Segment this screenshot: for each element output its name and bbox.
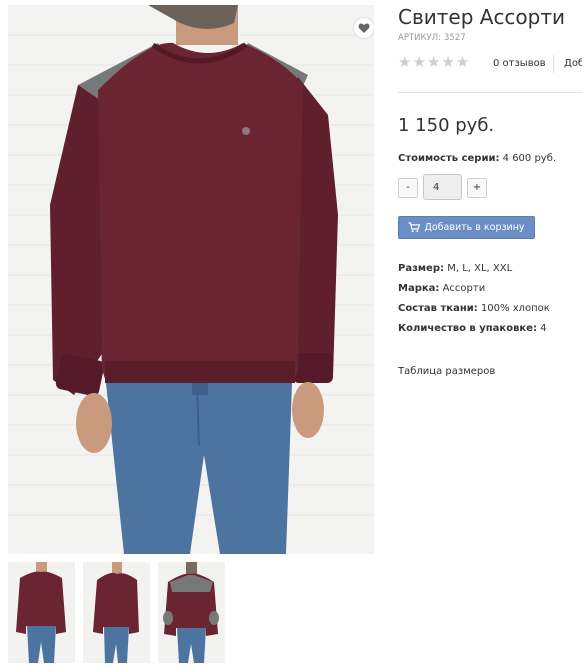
property-label: Состав ткани:: [398, 303, 478, 314]
divider: [553, 55, 554, 73]
thumbnail-3-image: [158, 562, 225, 663]
size-table-link[interactable]: Таблица размеров: [398, 366, 495, 377]
property-value: 100% хлопок: [480, 303, 550, 314]
thumbnail-2-image: [83, 562, 150, 663]
favorite-button[interactable]: [353, 17, 374, 39]
thumbnail-1-image: [8, 562, 75, 663]
rating-stars[interactable]: ★ ★ ★ ★ ★: [398, 55, 469, 70]
property-label: Размер:: [398, 263, 445, 274]
series-price-label: Стоимость серии:: [398, 153, 500, 164]
property-label: Количество в упаковке:: [398, 323, 537, 334]
thumbnail-1[interactable]: [8, 562, 75, 663]
product-article: АРТИКУЛ: 3527: [398, 33, 466, 43]
property-pack-quantity: Количество в упаковке: 4: [398, 322, 550, 342]
property-brand: Марка: Ассорти: [398, 282, 550, 302]
series-price: Стоимость серии: 4 600 руб.: [398, 153, 556, 164]
quantity-decrease-button[interactable]: -: [398, 178, 418, 198]
article-label: АРТИКУЛ:: [398, 33, 441, 43]
series-price-value: 4 600 руб.: [502, 153, 557, 164]
thumbnail-3[interactable]: [158, 562, 225, 663]
quantity-increase-button[interactable]: +: [467, 178, 487, 198]
star-icon[interactable]: ★: [441, 55, 454, 70]
heart-icon: [358, 23, 370, 33]
product-properties: Размер: M, L, XL, XXL Марка: Ассорти Сос…: [398, 262, 550, 342]
add-to-cart-label: Добавить в корзину: [424, 222, 525, 233]
sweater-photo: [8, 5, 374, 554]
star-icon[interactable]: ★: [412, 55, 425, 70]
property-value: M, L, XL, XXL: [447, 263, 513, 274]
product-title: Свитер Ассорти: [398, 5, 566, 29]
property-fabric: Состав ткани: 100% хлопок: [398, 302, 550, 322]
divider: [398, 92, 582, 93]
property-value: 4: [540, 323, 547, 334]
add-to-cart-button[interactable]: Добавить в корзину: [398, 216, 535, 239]
article-value: 3527: [443, 33, 466, 43]
reviews-link[interactable]: 0 отзывов: [493, 58, 546, 69]
star-icon[interactable]: ★: [398, 55, 411, 70]
product-main-image[interactable]: [8, 5, 374, 554]
add-review-link[interactable]: Доб: [564, 58, 582, 69]
property-size: Размер: M, L, XL, XXL: [398, 262, 550, 282]
star-icon[interactable]: ★: [456, 55, 469, 70]
quantity-input[interactable]: [423, 174, 462, 200]
property-label: Марка:: [398, 283, 440, 294]
cart-icon: [408, 222, 421, 233]
star-icon[interactable]: ★: [427, 55, 440, 70]
property-value: Ассорти: [442, 283, 486, 294]
thumbnail-2[interactable]: [83, 562, 150, 663]
product-price: 1 150 руб.: [398, 115, 495, 136]
